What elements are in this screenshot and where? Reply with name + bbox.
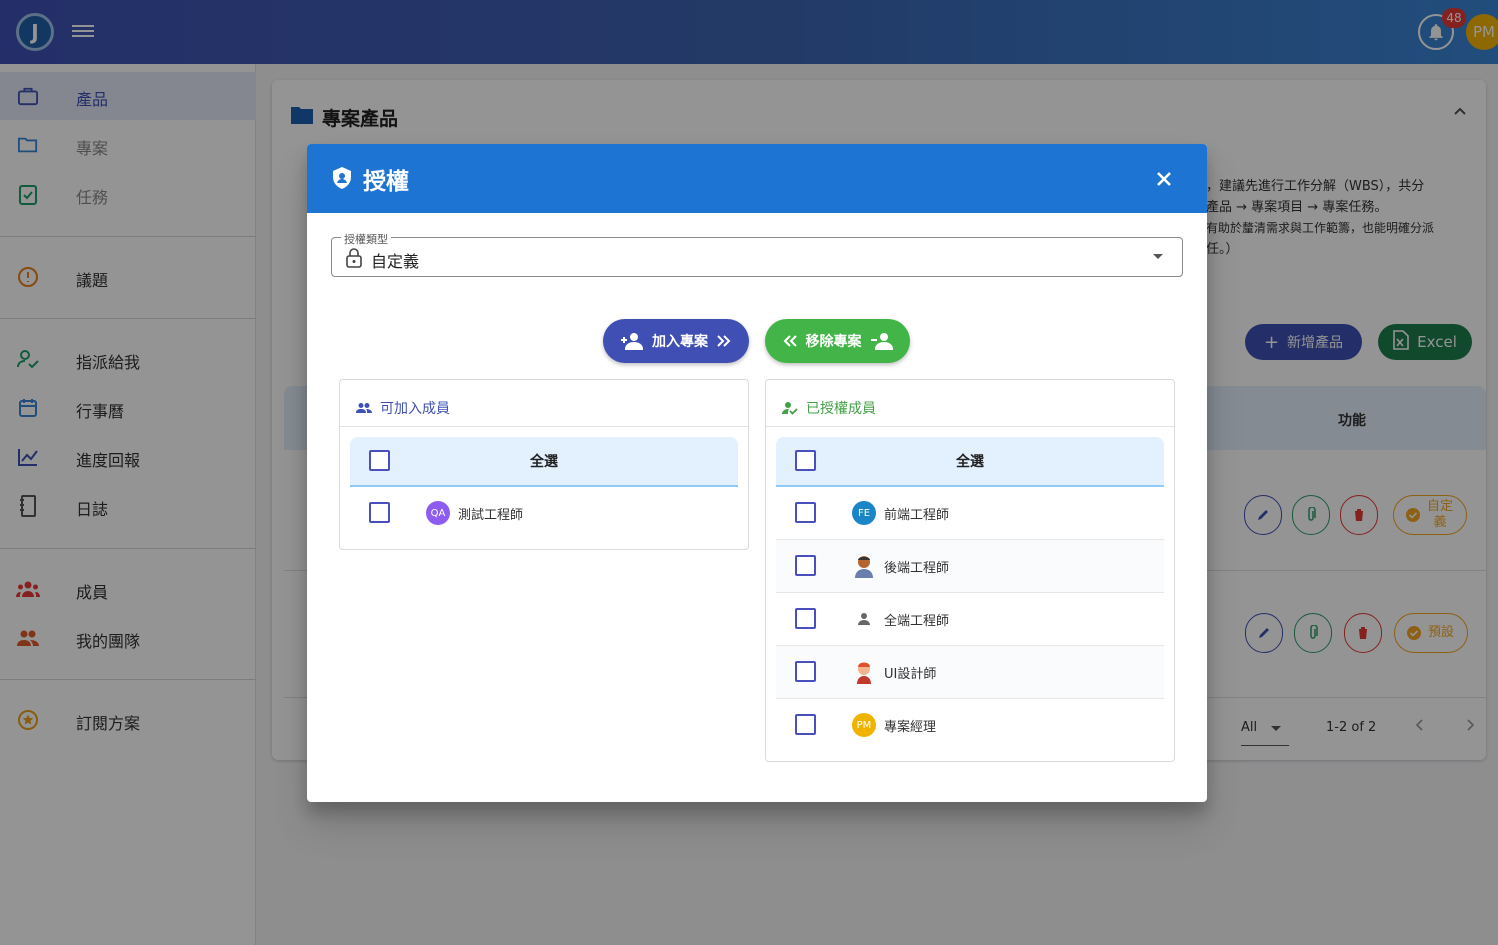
select-all-header: 全選 (776, 437, 1164, 487)
people-icon (356, 403, 372, 413)
add-to-project-button[interactable]: 加入專案 (603, 319, 749, 363)
auth-type-select[interactable] (331, 237, 1183, 277)
member-name: UI設計師 (884, 667, 937, 682)
member-row[interactable]: UI設計師 (776, 646, 1164, 699)
double-chevron-right-icon (717, 335, 731, 347)
member-avatar: FE (852, 501, 876, 525)
available-members-panel: 可加入成員 全選 QA 測試工程師 (339, 379, 749, 550)
member-name: 前端工程師 (884, 508, 950, 523)
shield-user-icon (331, 166, 353, 190)
member-name: 專案經理 (884, 720, 937, 735)
member-row[interactable]: 後端工程師 (776, 540, 1164, 593)
member-name: 測試工程師 (458, 508, 524, 523)
member-row[interactable]: PM 專案經理 (776, 699, 1164, 752)
auth-type-value: 自定義 (371, 252, 420, 271)
dialog-header: 授權 (307, 144, 1207, 213)
member-avatar: QA (426, 501, 450, 525)
authorization-dialog: 授權 授權類型 自定義 加入專案 移除專案 可加入成員 全選 QA 測試工程師 … (307, 144, 1207, 802)
remove-from-project-label: 移除專案 (805, 334, 862, 350)
dropdown-arrow-icon[interactable] (1153, 254, 1163, 259)
member-avatar: PM (852, 713, 876, 737)
dialog-title: 授權 (363, 169, 409, 195)
authorized-members-title: 已授權成員 (782, 398, 876, 418)
member-checkbox[interactable] (369, 502, 390, 523)
select-all-label: 全選 (956, 454, 984, 470)
member-name: 後端工程師 (884, 561, 950, 576)
lock-icon (345, 248, 363, 268)
person-remove-icon (870, 333, 893, 350)
panel-divider (340, 426, 748, 427)
add-to-project-label: 加入專案 (652, 334, 708, 350)
person-icon (852, 607, 876, 631)
select-all-label: 全選 (530, 454, 558, 470)
member-name: 全端工程師 (884, 614, 950, 629)
member-avatar-illustration (852, 660, 876, 684)
person-check-icon (782, 402, 798, 415)
available-members-title-text: 可加入成員 (380, 401, 450, 417)
person-add-icon (621, 333, 644, 350)
member-row[interactable]: 全端工程師 (776, 593, 1164, 646)
double-chevron-left-icon (783, 335, 797, 347)
auth-type-label: 授權類型 (341, 231, 391, 247)
member-checkbox[interactable] (795, 714, 816, 735)
member-checkbox[interactable] (795, 608, 816, 629)
member-avatar-illustration (852, 554, 876, 578)
authorized-members-title-text: 已授權成員 (806, 401, 876, 417)
member-row[interactable]: FE 前端工程師 (776, 487, 1164, 540)
member-checkbox[interactable] (795, 661, 816, 682)
member-checkbox[interactable] (795, 502, 816, 523)
member-checkbox[interactable] (795, 555, 816, 576)
authorized-members-panel: 已授權成員 全選 FE 前端工程師 後端工程師 全端工程師 UI設計師 PM 專… (765, 379, 1175, 762)
member-row[interactable]: QA 測試工程師 (350, 487, 738, 540)
panel-divider (766, 426, 1174, 427)
available-members-title: 可加入成員 (356, 398, 450, 418)
remove-from-project-button[interactable]: 移除專案 (765, 319, 910, 363)
select-all-header: 全選 (350, 437, 738, 487)
close-icon[interactable] (1151, 166, 1177, 192)
